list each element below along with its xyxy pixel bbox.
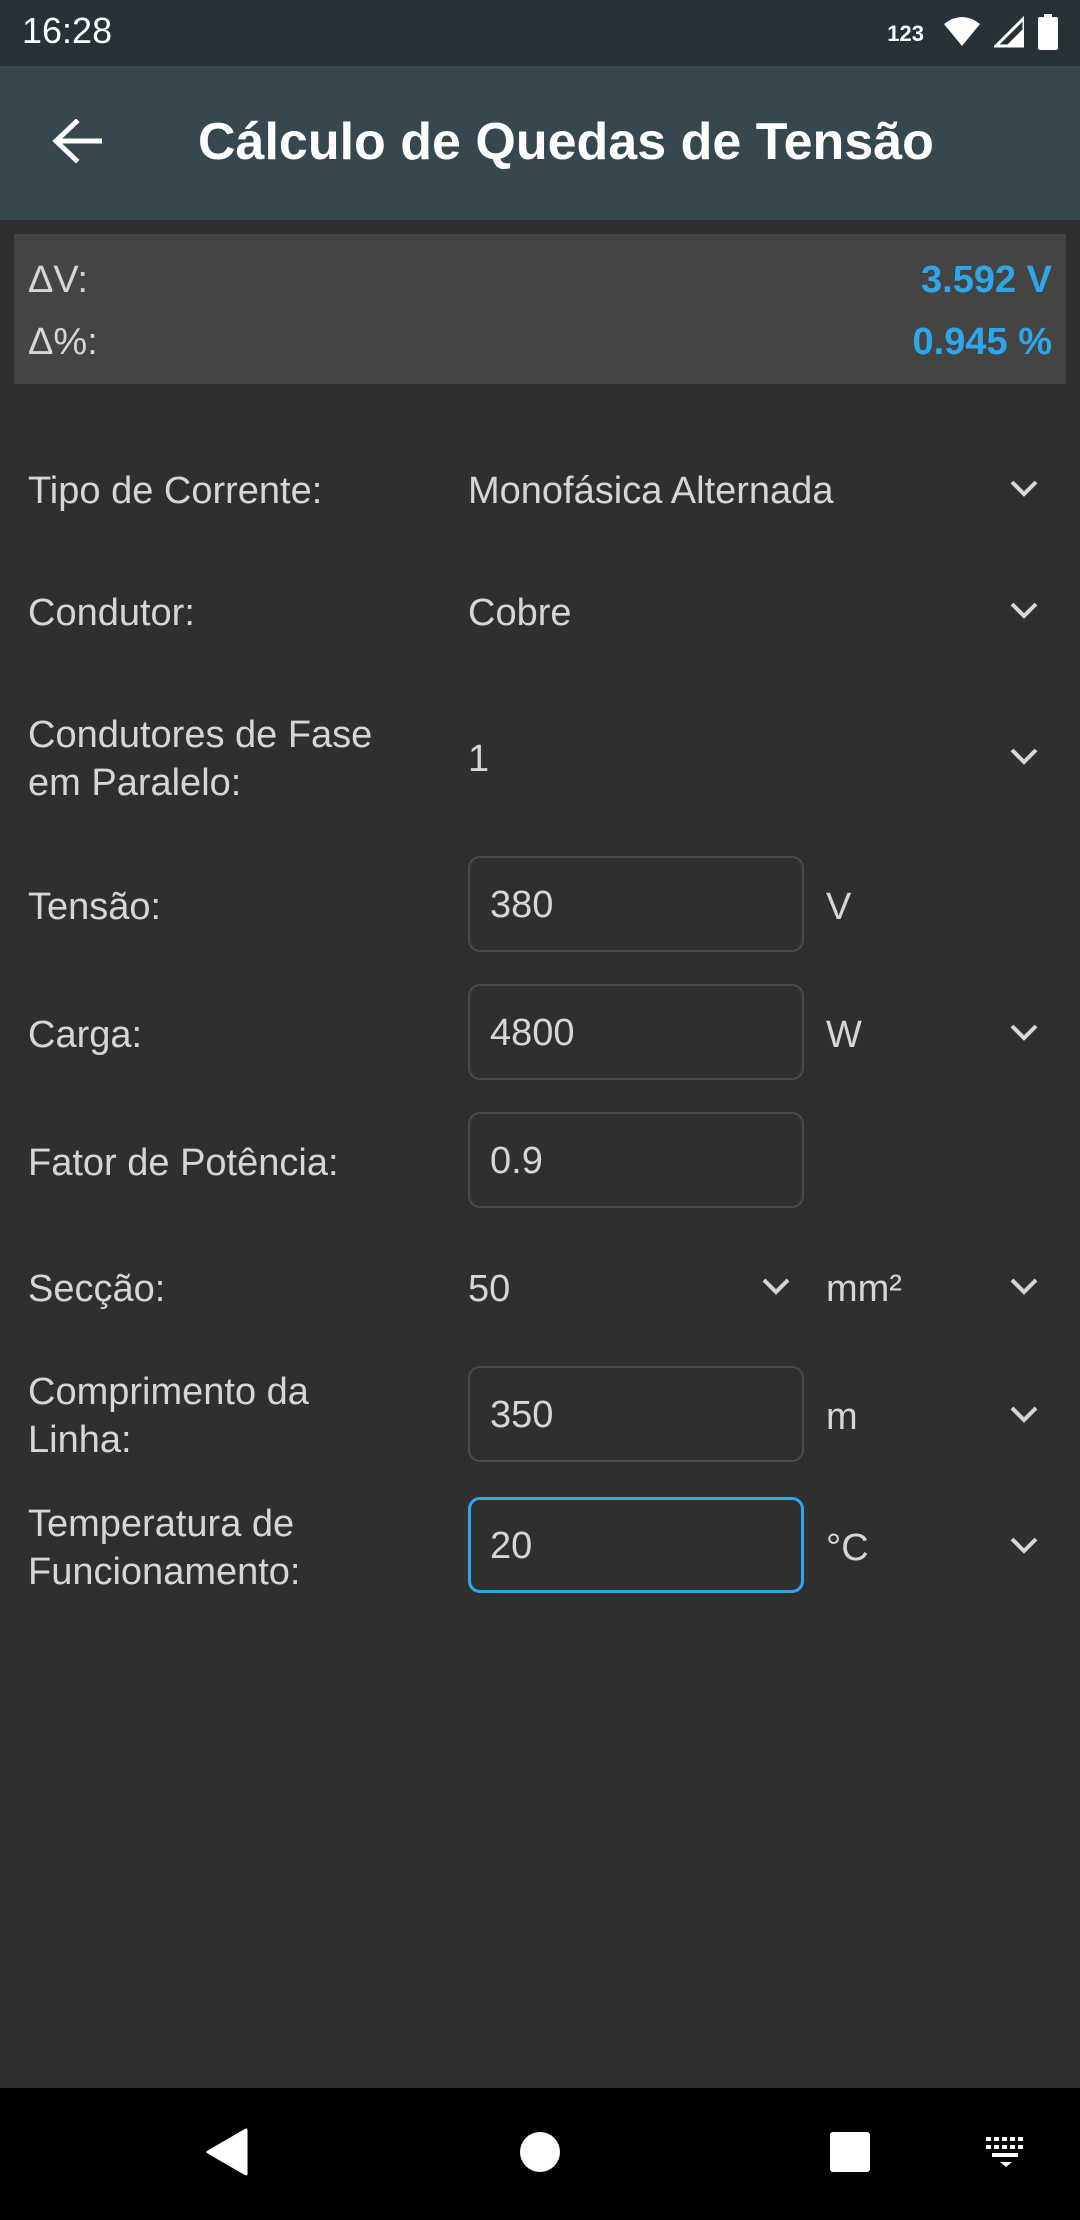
chevron-down-icon bbox=[1004, 468, 1044, 508]
seccao-unit: mm² bbox=[826, 1268, 902, 1310]
condutor-dropdown[interactable]: Cobre bbox=[468, 572, 1058, 652]
carga-unit-dropdown[interactable]: W bbox=[826, 994, 1058, 1074]
temperatura-label-2: Funcionamento: bbox=[28, 1551, 301, 1593]
chevron-down-icon bbox=[1004, 1012, 1044, 1052]
app-bar: Cálculo de Quedas de Tensão bbox=[0, 66, 1080, 220]
temperatura-input[interactable]: 20 bbox=[468, 1497, 804, 1593]
condutores-paralelo-dropdown[interactable]: 1 bbox=[468, 718, 1058, 798]
comprimento-unit-dropdown[interactable]: m bbox=[826, 1376, 1058, 1456]
nav-back-button[interactable] bbox=[190, 2118, 262, 2190]
tipo-corrente-dropdown[interactable]: Monofásica Alternada bbox=[468, 450, 1058, 530]
navigation-bar bbox=[0, 2088, 1080, 2220]
delta-v-label: ΔV: bbox=[28, 258, 88, 301]
seccao-label: Secção: bbox=[28, 1268, 166, 1310]
condutor-label: Condutor: bbox=[28, 592, 195, 634]
temperatura-label-1: Temperatura de bbox=[28, 1503, 295, 1545]
seccao-value: 50 bbox=[468, 1268, 511, 1310]
delta-percent-row: Δ%: 0.945 % bbox=[28, 312, 1052, 372]
signal-icon bbox=[992, 13, 1026, 53]
home-circle-icon bbox=[519, 2131, 561, 2178]
comprimento-label-1: Comprimento da bbox=[28, 1371, 309, 1413]
chevron-down-icon bbox=[1004, 1266, 1044, 1306]
delta-v-value: 3.592 V bbox=[921, 258, 1052, 301]
tensao-label: Tensão: bbox=[28, 886, 162, 928]
chevron-down-icon bbox=[1004, 1394, 1044, 1434]
tensao-input-value: 380 bbox=[490, 884, 554, 926]
fator-potencia-input-value: 0.9 bbox=[490, 1140, 543, 1182]
tipo-corrente-label: Tipo de Corrente: bbox=[28, 470, 323, 512]
condutores-paralelo-label-2: em Paralelo: bbox=[28, 762, 242, 804]
status-time: 16:28 bbox=[22, 10, 113, 51]
temperatura-unit: °C bbox=[826, 1527, 869, 1569]
comprimento-unit: m bbox=[826, 1396, 858, 1438]
comprimento-label-2: Linha: bbox=[28, 1419, 132, 1461]
status-icons: 123 bbox=[887, 12, 1058, 56]
recents-square-icon bbox=[829, 2131, 871, 2178]
comprimento-input-value: 350 bbox=[490, 1394, 554, 1436]
battery-icon bbox=[1038, 13, 1058, 55]
input-indicator: 123 bbox=[887, 21, 924, 46]
page-title: Cálculo de Quedas de Tensão bbox=[198, 113, 934, 171]
delta-percent-label: Δ%: bbox=[28, 320, 98, 363]
seccao-dropdown[interactable]: 50 bbox=[468, 1248, 804, 1328]
back-triangle-icon bbox=[204, 2128, 248, 2181]
temperatura-input-value: 20 bbox=[490, 1525, 533, 1567]
carga-input[interactable]: 4800 bbox=[468, 984, 804, 1080]
delta-v-row: ΔV: 3.592 V bbox=[28, 250, 1052, 310]
tipo-corrente-value: Monofásica Alternada bbox=[468, 470, 834, 512]
wifi-icon bbox=[944, 16, 980, 53]
fator-potencia-input[interactable]: 0.9 bbox=[468, 1112, 804, 1208]
chevron-down-icon bbox=[1004, 1525, 1044, 1565]
chevron-down-icon bbox=[756, 1266, 796, 1306]
results-panel: ΔV: 3.592 V Δ%: 0.945 % bbox=[14, 234, 1066, 384]
temperatura-unit-dropdown[interactable]: °C bbox=[826, 1507, 1058, 1587]
nav-keyboard-button[interactable] bbox=[970, 2118, 1042, 2190]
keyboard-icon bbox=[984, 2135, 1028, 2174]
chevron-down-icon bbox=[1004, 736, 1044, 776]
back-button[interactable] bbox=[44, 110, 110, 176]
chevron-down-icon bbox=[1004, 590, 1044, 630]
nav-recents-button[interactable] bbox=[814, 2118, 886, 2190]
tensao-input[interactable]: 380 bbox=[468, 856, 804, 952]
condutores-paralelo-value: 1 bbox=[468, 738, 490, 780]
nav-home-button[interactable] bbox=[504, 2118, 576, 2190]
comprimento-input[interactable]: 350 bbox=[468, 1366, 804, 1462]
carga-input-value: 4800 bbox=[490, 1012, 575, 1054]
status-bar: 16:28 123 bbox=[0, 0, 1080, 66]
fator-potencia-label: Fator de Potência: bbox=[28, 1142, 339, 1184]
seccao-unit-dropdown[interactable]: mm² bbox=[826, 1248, 1058, 1328]
carga-unit: W bbox=[826, 1014, 862, 1056]
condutores-paralelo-label-1: Condutores de Fase bbox=[28, 714, 373, 756]
arrow-back-icon bbox=[52, 117, 103, 168]
carga-label: Carga: bbox=[28, 1014, 143, 1056]
tensao-unit: V bbox=[826, 886, 852, 928]
delta-percent-value: 0.945 % bbox=[912, 320, 1052, 363]
condutor-value: Cobre bbox=[468, 592, 572, 634]
